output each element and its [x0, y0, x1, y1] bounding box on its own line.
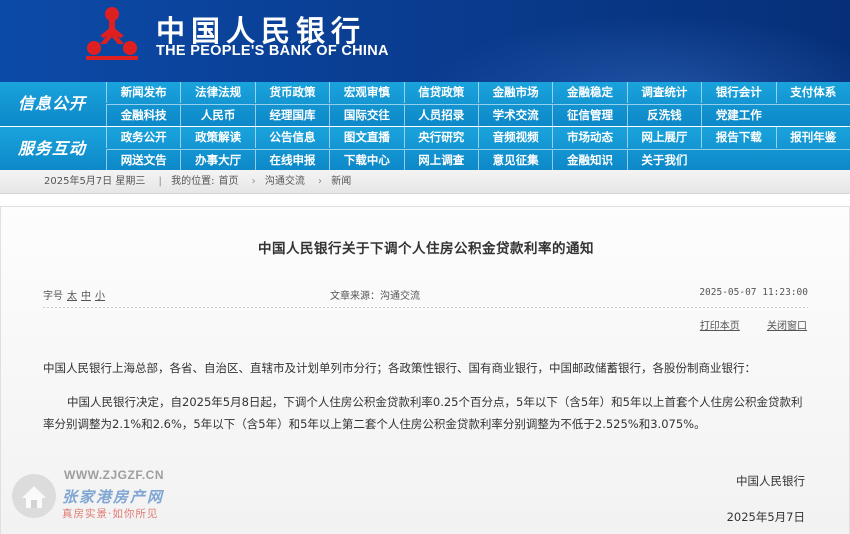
article-meta: 字号太中小 文章来源：沟通交流 2025-05-07 11:23:00 [43, 287, 808, 303]
nav-group-label: 服务互动 [17, 139, 86, 158]
nav-item[interactable]: 金融市场 [477, 82, 552, 103]
nav-item[interactable]: 金融知识 [552, 150, 626, 171]
article-paragraph: 中国人民银行决定，自2025年5月8日起，下调个人住房公积金贷款利率0.25个百… [43, 395, 803, 431]
print-page-link[interactable]: 打印本页 [700, 321, 740, 332]
close-window-link[interactable]: 关闭窗口 [767, 321, 807, 332]
article-datetime: 2025-05-07 11:23:00 [699, 287, 808, 298]
nav-item[interactable]: 报刊年鉴 [775, 127, 850, 148]
nav-item[interactable]: 经理国库 [254, 105, 329, 126]
nav-item[interactable]: 意见征集 [477, 150, 552, 171]
nav-item[interactable]: 办事大厅 [180, 150, 254, 171]
nav-grid: 新闻发布 法律法规 货币政策 宏观审慎 信贷政策 金融市场 金融稳定 调查统计 银行会计 支付体系… [106, 82, 850, 126]
chevron-right-icon: › [251, 176, 256, 187]
nav-item[interactable]: 党建工作 [701, 105, 775, 126]
main-nav: 信息公开 新闻发布 法律法规 货币政策 宏观审慎 信贷政策 金融市场 金融稳定 调查统计 银行会… [0, 82, 850, 171]
article-source: 文章来源：沟通交流 [330, 291, 420, 302]
nav-item[interactable]: 货币政策 [254, 82, 329, 103]
nav-item[interactable]: 央行研究 [403, 127, 478, 148]
article-sign-date: 2025年5月7日 [726, 510, 805, 524]
house-logo-icon [12, 474, 56, 518]
nav-item[interactable]: 下载中心 [329, 150, 403, 171]
nav-item[interactable]: 政务公开 [106, 127, 180, 148]
divider [43, 307, 808, 308]
site-header: 中国人民银行 THE PEOPLE'S BANK OF CHINA [0, 0, 850, 82]
nav-item[interactable]: 政策解读 [180, 127, 254, 148]
nav-row: 金融科技 人民币 经理国库 国际交往 人员招录 学术交流 征信管理 反洗钱 党建工作 [106, 104, 850, 126]
nav-item[interactable]: 图文直播 [329, 127, 403, 148]
nav-row: 网送文告 办事大厅 在线申报 下载中心 网上调查 意见征集 金融知识 关于我们 [106, 149, 850, 171]
font-size-large-link[interactable]: 太 [67, 291, 77, 302]
nav-item[interactable]: 信贷政策 [403, 82, 478, 103]
nav-grid: 政务公开 政策解读 公告信息 图文直播 央行研究 音频视频 市场动态 网上展厅 报告下载 报刊年鉴… [106, 127, 850, 171]
nav-group-info: 信息公开 新闻发布 法律法规 货币政策 宏观审慎 信贷政策 金融市场 金融稳定 调查统计 银行会… [0, 82, 850, 126]
header-shine [380, 0, 850, 82]
nav-item[interactable]: 调查统计 [626, 82, 701, 103]
breadcrumb-communication[interactable]: 沟通交流 [265, 176, 305, 187]
separator: | [158, 176, 162, 187]
nav-item[interactable]: 学术交流 [477, 105, 552, 126]
font-size-label: 字号 [43, 291, 63, 302]
watermark-slogan: 真房实景·如你所见 [62, 508, 159, 520]
location-label: 我的位置: [171, 176, 215, 187]
breadcrumb: 2025年5月7日 星期三 | 我的位置: 首页 › 沟通交流 › 新闻 [0, 170, 850, 194]
nav-item[interactable]: 银行会计 [701, 82, 775, 103]
nav-item[interactable]: 公告信息 [254, 127, 329, 148]
article-signature: 中国人民银行 [736, 474, 805, 488]
nav-item[interactable]: 宏观审慎 [329, 82, 403, 103]
nav-item[interactable]: 金融稳定 [552, 82, 626, 103]
watermark: WWW.ZJGZF.CN 张家港房产网 真房实景·如你所见 [10, 466, 220, 526]
nav-item[interactable]: 金融科技 [106, 105, 180, 126]
nav-item[interactable]: 征信管理 [552, 105, 626, 126]
nav-item[interactable]: 音频视频 [477, 127, 552, 148]
nav-item[interactable]: 法律法规 [180, 82, 254, 103]
nav-item[interactable]: 报告下载 [701, 127, 775, 148]
nav-row: 新闻发布 法律法规 货币政策 宏观审慎 信贷政策 金融市场 金融稳定 调查统计 银行会计 支付体系 [106, 82, 850, 104]
nav-item[interactable]: 在线申报 [254, 150, 329, 171]
article-body: 中国人民银行上海总部，各省、自治区、直辖市及计划单列市分行；各政策性银行、国有商… [43, 357, 809, 435]
font-size-small-link[interactable]: 小 [95, 291, 105, 302]
chevron-right-icon: › [318, 176, 323, 187]
nav-item[interactable]: 网上展厅 [626, 127, 701, 148]
nav-item[interactable]: 关于我们 [626, 150, 701, 171]
nav-item[interactable]: 反洗钱 [626, 105, 701, 126]
nav-item[interactable]: 新闻发布 [106, 82, 180, 103]
nav-item[interactable]: 网上调查 [403, 150, 478, 171]
breadcrumb-news[interactable]: 新闻 [331, 176, 351, 187]
pboc-emblem-icon[interactable] [80, 4, 144, 68]
nav-item[interactable]: 网送文告 [106, 150, 180, 171]
nav-item[interactable]: 人民币 [180, 105, 254, 126]
font-size-medium-link[interactable]: 中 [81, 291, 91, 302]
article-title: 中国人民银行关于下调个人住房公积金贷款利率的通知 [258, 241, 594, 257]
watermark-url: WWW.ZJGZF.CN [64, 468, 164, 482]
article-addressee: 中国人民银行上海总部，各省、自治区、直辖市及计划单列市分行；各政策性银行、国有商… [43, 361, 756, 375]
font-size-control: 字号太中小 [43, 287, 105, 302]
nav-row: 政务公开 政策解读 公告信息 图文直播 央行研究 音频视频 市场动态 网上展厅 报告下载 报刊年鉴 [106, 127, 850, 149]
breadcrumb-home[interactable]: 首页 [218, 176, 238, 187]
current-date: 2025年5月7日 星期三 [44, 176, 146, 187]
watermark-name: 张家港房产网 [62, 488, 165, 506]
nav-item[interactable]: 支付体系 [775, 82, 850, 103]
nav-item[interactable]: 国际交往 [329, 105, 403, 126]
bank-name-en: THE PEOPLE'S BANK OF CHINA [156, 43, 389, 59]
nav-group-label: 信息公开 [17, 94, 86, 113]
nav-group-service: 服务互动 政务公开 政策解读 公告信息 图文直播 央行研究 音频视频 市场动态 网上展厅 报告下… [0, 126, 850, 171]
nav-item[interactable]: 市场动态 [552, 127, 626, 148]
article-tools: 打印本页 关闭窗口 [676, 317, 807, 332]
nav-item[interactable]: 人员招录 [403, 105, 478, 126]
